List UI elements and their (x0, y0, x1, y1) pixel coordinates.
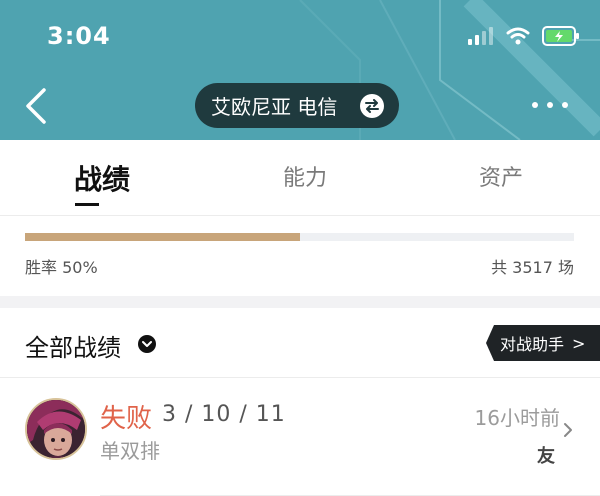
match-time-ago: 16小时前 (474, 406, 560, 430)
status-time: 3:04 (47, 22, 111, 50)
battle-assistant-button[interactable]: 对战助手 > (486, 325, 600, 361)
tab-active-indicator (75, 203, 99, 206)
back-button[interactable] (22, 86, 52, 126)
champion-avatar (25, 398, 87, 460)
more-dot (532, 102, 538, 108)
cellular-signal-icon (468, 27, 493, 45)
total-games-label: 共 3517 场 (491, 258, 574, 277)
match-row[interactable]: 失败 3 / 10 / 11 单双排 16小时前 友 (0, 378, 600, 496)
tab-assets[interactable]: 资产 (479, 160, 523, 192)
chevron-right-icon (564, 423, 572, 437)
win-rate-panel: 胜率 50% 共 3517 场 (0, 216, 600, 296)
server-selector[interactable]: 艾欧尼亚 电信 (195, 83, 399, 128)
tab-ability[interactable]: 能力 (283, 160, 327, 192)
tab-record[interactable]: 战绩 (74, 158, 130, 198)
records-filter-title[interactable]: 全部战绩 (25, 328, 121, 363)
chevron-right-icon: > (572, 333, 586, 353)
battle-assistant-label: 对战助手 (500, 335, 565, 354)
more-dots-icon[interactable] (532, 98, 568, 112)
chevron-left-icon (26, 88, 46, 124)
wifi-icon (506, 27, 530, 45)
win-rate-bar-fill (25, 233, 300, 241)
server-name: 艾欧尼亚 电信 (211, 95, 338, 119)
match-result: 失败 (100, 404, 153, 434)
app-header: 3:04 艾欧尼亚 电信 (0, 0, 600, 140)
battery-charging-icon (542, 26, 579, 46)
friend-tag: 友 (537, 446, 555, 467)
records-section-header: 全部战绩 对战助手 > (0, 308, 600, 378)
match-mode: 单双排 (100, 439, 160, 463)
swap-arrows-icon (360, 94, 384, 118)
status-icons (468, 24, 580, 48)
section-gap (0, 296, 600, 308)
match-kda: 3 / 10 / 11 (162, 402, 286, 427)
chevron-down-icon[interactable] (138, 335, 156, 353)
more-dot (562, 102, 568, 108)
more-dot (547, 102, 553, 108)
win-rate-label: 胜率 50% (25, 258, 98, 277)
win-rate-bar (25, 233, 574, 241)
tab-bar: 战绩 能力 资产 (0, 140, 600, 216)
